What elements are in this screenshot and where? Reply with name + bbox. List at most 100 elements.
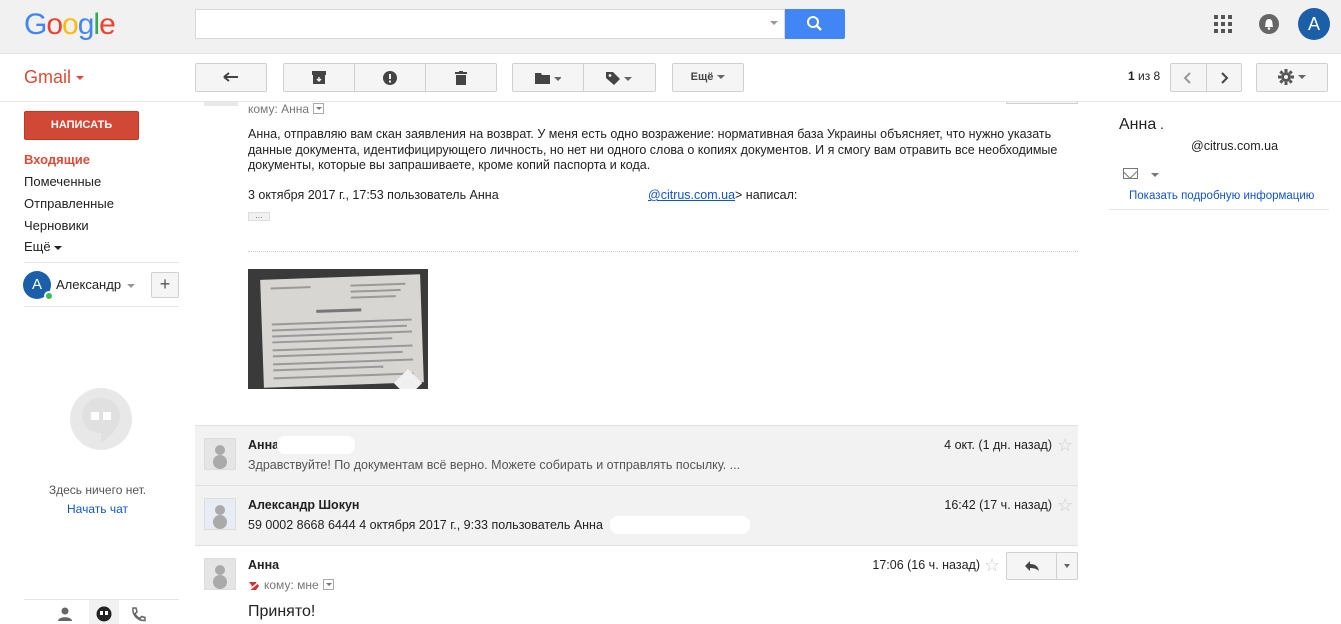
divider <box>24 306 179 307</box>
sidebar-item-more[interactable]: Ещё <box>24 239 62 254</box>
recipient-line[interactable]: кому: Анна <box>248 102 325 116</box>
more-reply-options-button[interactable] <box>1057 553 1077 579</box>
arrow-back-icon <box>223 72 238 82</box>
reply-button[interactable] <box>1007 553 1057 579</box>
chevron-down-icon <box>127 283 136 288</box>
archive-button[interactable] <box>284 64 355 91</box>
hangouts-user-name: Александр <box>56 277 122 292</box>
divider <box>24 262 179 263</box>
star-icon[interactable]: ☆ <box>1057 495 1073 516</box>
recipient-line[interactable]: кому: мне <box>247 578 334 592</box>
delete-button[interactable] <box>426 64 496 91</box>
notifications-bell-icon[interactable] <box>1259 14 1279 34</box>
gmail-menu[interactable]: Gmail <box>24 67 85 88</box>
hangouts-user-menu[interactable]: Александр <box>56 277 136 292</box>
quote-intro: 3 октября 2017 г., 17:53 пользователь Ан… <box>248 188 499 202</box>
archive-icon <box>312 71 326 84</box>
pager-nav-group <box>1170 63 1242 92</box>
star-icon[interactable]: ☆ <box>984 555 1000 576</box>
logo-letter: g <box>77 8 95 41</box>
recipient-label: кому: мне <box>264 578 319 592</box>
recipient-label: кому: Анна <box>248 102 310 116</box>
message-body: Анна, отправляю вам скан заявления на во… <box>248 127 1058 172</box>
chevron-down-icon <box>1064 564 1070 568</box>
sidebar-item-starred[interactable]: Помеченные <box>24 174 101 189</box>
new-chat-button[interactable]: + <box>151 272 179 298</box>
report-spam-button[interactable] <box>355 64 426 91</box>
label-tag-icon <box>606 71 633 85</box>
logo-letter: o <box>46 8 63 41</box>
message-date: 17:06 (16 ч. назад) <box>872 558 980 572</box>
message-date: 16:42 (17 ч. назад) <box>944 498 1052 512</box>
important-marker-icon[interactable] <box>247 580 261 592</box>
contact-name-dot: . <box>1160 116 1164 132</box>
trash-icon <box>455 70 467 85</box>
plus-icon: + <box>159 274 171 294</box>
contact-panel: Анна . @citrus.com.ua Показать подробную… <box>1085 102 1341 623</box>
older-button[interactable] <box>1207 64 1242 91</box>
contacts-icon[interactable] <box>58 607 72 621</box>
sidebar-item-inbox[interactable]: Входящие <box>24 152 90 167</box>
spam-icon <box>383 70 397 85</box>
quote-email-link[interactable]: @citrus.com.ua <box>648 188 735 202</box>
collapsed-message[interactable]: Александр Шокун 59 0002 8668 6444 4 октя… <box>195 485 1078 545</box>
pager-total: из 8 <box>1134 69 1161 83</box>
settings-button[interactable] <box>1256 63 1328 92</box>
chevron-right-icon <box>1221 71 1229 84</box>
search-input[interactable] <box>195 9 785 39</box>
document-scan-image <box>260 274 424 388</box>
logo-letter: e <box>99 8 116 41</box>
reply-button[interactable] <box>1006 102 1078 104</box>
message-date: 4 окт. (1 дн. назад) <box>944 438 1052 452</box>
google-logo[interactable]: Google <box>24 8 116 42</box>
more-actions-label: Ещё <box>690 71 714 83</box>
sender-name: Анна <box>248 438 280 452</box>
sender-name: Александр Шокун <box>248 498 360 512</box>
account-avatar[interactable]: A <box>1298 8 1330 40</box>
labels-button[interactable] <box>584 64 656 91</box>
sender-avatar <box>204 102 238 106</box>
sidebar-item-drafts[interactable]: Черновики <box>24 218 89 233</box>
message-thread: кому: Анна Анна, отправляю вам скан заяв… <box>195 102 1085 623</box>
collapsed-message[interactable]: Анна Здравствуйте! По документам всё вер… <box>195 425 1078 485</box>
compose-button[interactable]: НАПИСАТЬ <box>24 111 139 140</box>
quote-suffix: > написал: <box>735 188 798 202</box>
online-status-dot <box>44 291 54 301</box>
top-bar: Google A <box>0 0 1341 54</box>
back-button[interactable] <box>195 63 267 92</box>
chevron-left-icon <box>1183 71 1191 84</box>
attachment-divider <box>248 251 1078 252</box>
message-snippet: 59 0002 8668 6444 4 октября 2017 г., 9:3… <box>248 518 603 532</box>
gear-icon <box>1278 69 1294 86</box>
more-actions-button[interactable]: Ещё <box>672 63 744 92</box>
newer-button[interactable] <box>1171 64 1207 91</box>
show-trimmed-content-button[interactable]: ... <box>248 211 270 221</box>
sidebar: НАПИСАТЬ Входящие Помеченные Отправленны… <box>0 102 195 624</box>
apps-grid-icon[interactable] <box>1214 15 1232 33</box>
contact-email: @citrus.com.ua <box>1191 139 1279 153</box>
sidebar-item-more-label: Ещё <box>24 239 51 254</box>
hangouts-quote-icon <box>70 388 132 450</box>
details-dropdown-icon[interactable] <box>322 579 334 591</box>
search-options-caret-icon[interactable] <box>770 21 778 25</box>
details-dropdown-icon[interactable] <box>313 103 325 115</box>
search-button[interactable] <box>785 9 845 39</box>
hangouts-tab[interactable] <box>89 600 119 624</box>
bottom-tabs <box>24 599 179 624</box>
attachment-thumbnail[interactable] <box>248 269 428 389</box>
phone-icon[interactable] <box>130 607 146 623</box>
star-icon[interactable]: ☆ <box>1057 435 1073 456</box>
hangouts-icon <box>96 606 112 622</box>
sidebar-item-sent[interactable]: Отправленные <box>24 196 114 211</box>
organize-group <box>512 63 656 92</box>
mail-icon[interactable] <box>1123 168 1138 179</box>
logo-letter: o <box>62 8 79 41</box>
sender-name: Анна <box>248 558 280 572</box>
move-to-button[interactable] <box>513 64 584 91</box>
chevron-down-icon[interactable] <box>1151 173 1159 177</box>
search-icon <box>807 16 822 31</box>
chevron-down-icon <box>76 76 85 81</box>
show-details-link[interactable]: Показать подробную информацию <box>1129 190 1314 202</box>
chevron-down-icon <box>717 75 726 80</box>
start-chat-link[interactable]: Начать чат <box>0 502 195 516</box>
